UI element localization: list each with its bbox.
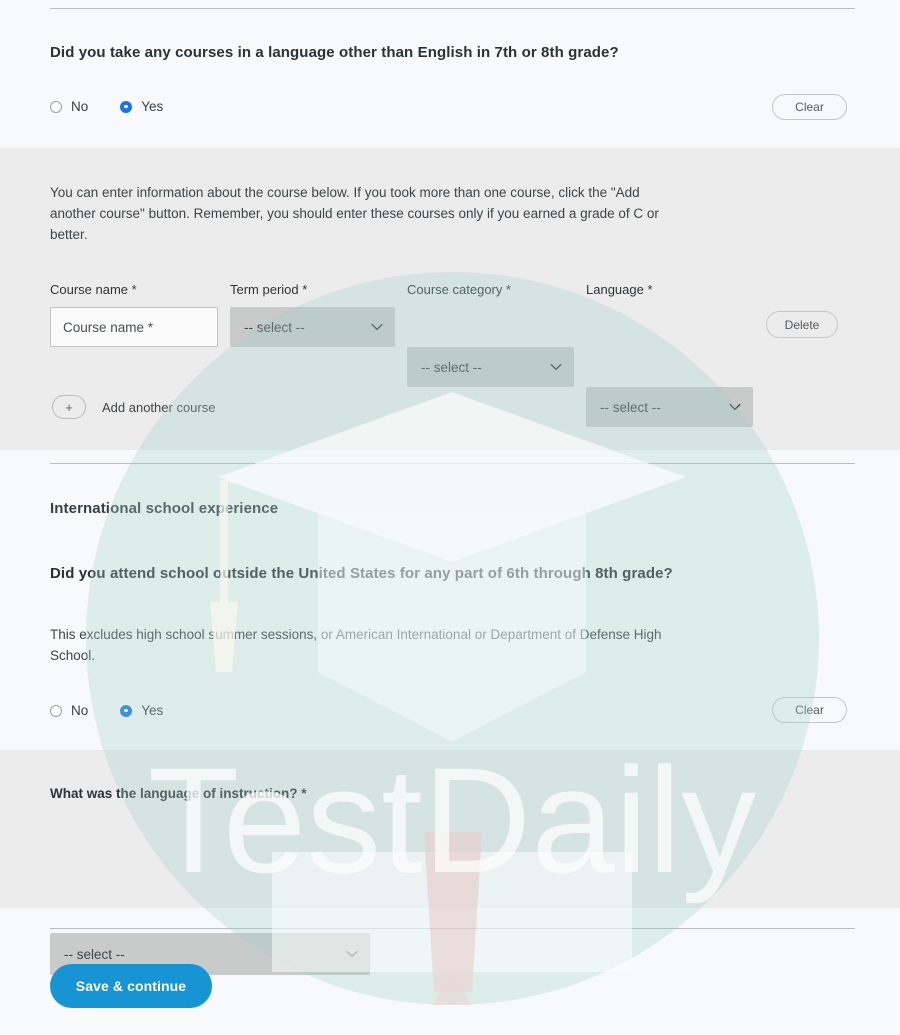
radio-label-no: No (71, 99, 89, 114)
chevron-down-icon (371, 323, 383, 331)
language-select[interactable]: -- select -- (586, 387, 753, 427)
term-period-select[interactable]: -- select -- (230, 307, 395, 347)
radio-label-yes: Yes (141, 703, 164, 718)
label-language: Language * (586, 282, 653, 297)
international-question: Did you attend school outside the United… (50, 565, 673, 582)
course-category-value: -- select -- (421, 359, 482, 375)
divider-top (50, 8, 855, 9)
language-section-band (0, 750, 900, 908)
clear-button-language-courses[interactable]: Clear (772, 94, 847, 120)
radio-dot-icon (50, 100, 62, 113)
label-instruction-language: What was the language of instruction? * (50, 786, 307, 801)
course-help-text: You can enter information about the cour… (50, 185, 659, 242)
international-help-text: This excludes high school summer session… (50, 627, 662, 663)
radio-dot-icon (50, 704, 62, 717)
label-term-period: Term period * (230, 282, 308, 297)
chevron-down-icon (550, 363, 562, 371)
course-category-select[interactable]: -- select -- (407, 347, 574, 387)
radio-option-yes[interactable]: Yes (120, 703, 163, 718)
radio-dot-icon (120, 704, 133, 717)
chevron-down-icon (729, 403, 741, 411)
divider-middle (50, 463, 855, 464)
chevron-down-icon (346, 950, 358, 958)
instruction-language-value: -- select -- (64, 946, 125, 962)
language-course-question: Did you take any courses in a language o… (50, 44, 619, 61)
course-name-input[interactable] (50, 307, 218, 347)
form-page: Did you take any courses in a language o… (0, 0, 900, 1008)
label-course-category: Course category * (407, 282, 512, 297)
language-value: -- select -- (600, 399, 661, 415)
international-section-title: International school experience (50, 500, 279, 517)
language-course-radio-group[interactable]: No Yes (50, 99, 163, 114)
radio-option-yes[interactable]: Yes (120, 99, 163, 114)
add-another-course-label: Add another course (102, 399, 216, 415)
international-radio-group[interactable]: No Yes (50, 703, 163, 718)
delete-course-button[interactable]: Delete (766, 311, 838, 338)
divider-bottom (50, 928, 855, 929)
add-another-course-button[interactable]: + Add another course (52, 395, 215, 419)
label-course-name: Course name * (50, 282, 137, 297)
plus-icon: + (52, 395, 86, 419)
radio-label-no: No (71, 703, 89, 718)
clear-button-international[interactable]: Clear (772, 697, 847, 723)
radio-option-no[interactable]: No (50, 703, 88, 718)
radio-option-no[interactable]: No (50, 99, 88, 114)
save-and-continue-button[interactable]: Save & continue (50, 964, 212, 1008)
radio-label-yes: Yes (141, 99, 164, 114)
radio-dot-icon (120, 100, 133, 113)
term-period-value: -- select -- (244, 319, 305, 335)
